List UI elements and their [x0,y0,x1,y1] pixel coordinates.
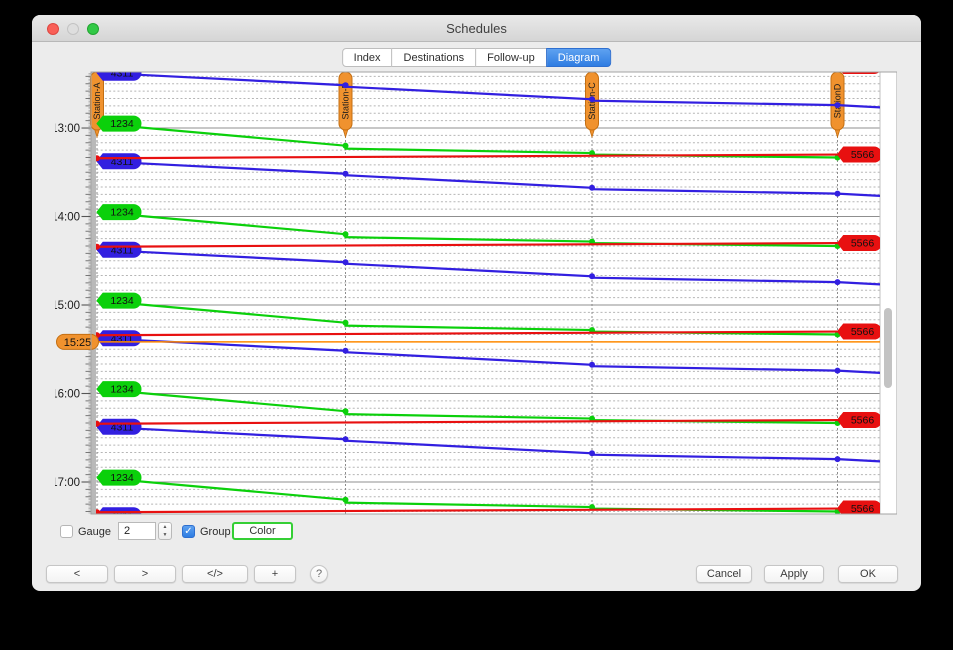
train-label-4311-15[interactable]: 4311 [97,331,141,346]
svg-text:5566: 5566 [851,503,875,515]
swap-button[interactable]: </> [182,565,248,583]
tab-bar: Index Destinations Follow-up Diagram [342,48,612,67]
tab-diagram[interactable]: Diagram [546,48,612,67]
train-label-1234-14[interactable]: 1234 [97,205,141,220]
svg-text:1234: 1234 [110,472,134,484]
stop-dot [589,450,595,456]
stop-dot [343,320,349,326]
train-label-1234-17[interactable]: 1234 [97,470,141,485]
group-label: Group [200,526,231,538]
zoom-button[interactable] [87,23,99,35]
stop-dot [343,348,349,354]
stepper-up-icon[interactable]: ▲ [163,523,168,531]
diagram-canvas[interactable]: 13:00 14:00 15:00 16:00 17:00 Station-A Statio… [55,71,897,515]
svg-text:13:00: 13:00 [55,123,80,135]
stop-dot [343,436,349,442]
ok-button[interactable]: OK [838,565,898,583]
train-label-5566-15[interactable]: 5566 [838,324,882,339]
traffic-lights [47,23,99,35]
svg-text:1234: 1234 [110,384,134,396]
train-label-4311-14[interactable]: 4311 [97,242,141,257]
stop-dot [343,143,349,149]
svg-text:14:00: 14:00 [55,212,80,224]
stop-dot [835,456,841,462]
train-label-5566-13[interactable]: 5566 [838,147,882,162]
close-button[interactable] [47,23,59,35]
train-label-4311-16[interactable]: 4311 [97,419,141,434]
svg-text:16:00: 16:00 [55,389,80,401]
cancel-button[interactable]: Cancel [696,565,752,583]
svg-text:5566: 5566 [851,415,875,427]
svg-text:1234: 1234 [110,118,134,130]
stop-dot [835,191,841,197]
train-label-5566-16[interactable]: 5566 [838,413,882,428]
svg-text:5566: 5566 [851,149,875,161]
svg-text:15:25: 15:25 [64,337,92,349]
train-label-5566-17[interactable]: 5566 [838,501,882,515]
svg-text:StationD: StationD [833,83,843,118]
stepper-down-icon[interactable]: ▼ [163,531,168,539]
schedule-diagram[interactable]: 13:00 14:00 15:00 16:00 17:00 Station-A Statio… [55,71,897,515]
svg-text:1234: 1234 [110,207,134,219]
next-button[interactable]: > [114,565,176,583]
train-label-5566-14[interactable]: 5566 [838,236,882,251]
tab-destinations[interactable]: Destinations [392,48,477,67]
help-button[interactable]: ? [310,565,328,583]
svg-text:Station-A: Station-A [92,82,102,119]
gauge-label: Gauge [78,526,111,538]
apply-button[interactable]: Apply [764,565,824,583]
stop-dot [343,497,349,503]
train-label-1234-15[interactable]: 1234 [97,293,141,308]
time-axis: 13:00 14:00 15:00 16:00 17:00 [55,72,96,514]
train-label-4311-13[interactable]: 4311 [97,154,141,169]
stop-dot [835,368,841,374]
stop-dot [343,231,349,237]
train-label-1234-13[interactable]: 1234 [97,116,141,131]
stop-dot [343,259,349,265]
color-button[interactable]: Color [232,522,293,540]
current-time-badge: 15:25 [57,334,99,349]
stop-dot [343,408,349,414]
svg-text:5566: 5566 [851,238,875,250]
svg-text:17:00: 17:00 [55,477,80,489]
tab-index[interactable]: Index [342,48,393,67]
prev-button[interactable]: < [46,565,108,583]
stop-dot [589,185,595,191]
stop-dot [835,279,841,285]
stop-dot [343,171,349,177]
gauge-stepper[interactable]: ▲ ▼ [158,522,172,540]
stop-dot [589,362,595,368]
station-pill-stationb[interactable]: Station-B [339,72,352,137]
svg-text:1234: 1234 [110,295,134,307]
group-checkbox[interactable]: ✓ [182,525,195,538]
schedules-window: Schedules Index Destinations Follow-up D… [32,15,921,591]
svg-text:15:00: 15:00 [55,300,80,312]
stop-dot [835,102,841,108]
train-label-1234-16[interactable]: 1234 [97,382,141,397]
gauge-checkbox[interactable] [60,525,73,538]
stop-dot [343,82,349,88]
gauge-value-input[interactable] [118,522,156,540]
titlebar: Schedules [32,15,921,42]
station-pill-stationc[interactable]: Station-C [586,72,599,137]
stop-dot [589,273,595,279]
window-title: Schedules [32,15,921,42]
vertical-scrollbar[interactable] [884,308,892,388]
svg-text:5566: 5566 [851,326,875,338]
add-button[interactable]: + [254,565,296,583]
tab-follow-up[interactable]: Follow-up [475,48,547,67]
minimize-button[interactable] [67,23,79,35]
stop-dot [589,96,595,102]
